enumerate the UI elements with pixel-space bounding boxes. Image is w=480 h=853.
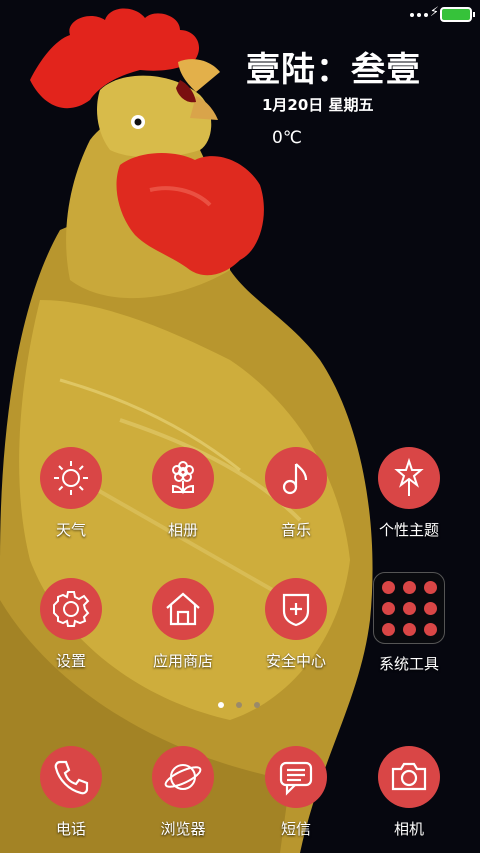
camera-icon	[378, 746, 440, 808]
gear-icon	[40, 578, 102, 640]
clock-time[interactable]: 壹陆：叁壹	[246, 42, 442, 91]
flower-icon	[152, 447, 214, 509]
app-label: 设置	[55, 652, 86, 670]
planet-browser-icon	[152, 746, 214, 808]
sun-icon	[40, 447, 102, 509]
app-label: 音乐	[280, 521, 311, 539]
app-music[interactable]: 音乐	[241, 447, 351, 540]
app-weather[interactable]: 天气	[16, 447, 126, 540]
page-dot-active[interactable]	[218, 702, 224, 708]
app-label: 应用商店	[152, 652, 213, 670]
app-label: 浏览器	[160, 820, 206, 838]
music-note-icon	[265, 447, 327, 509]
app-label: 天气	[55, 521, 86, 539]
weather-temperature[interactable]: 0℃	[272, 128, 302, 148]
star-wand-icon	[378, 447, 440, 509]
page-dot[interactable]	[236, 702, 242, 708]
dock-messages[interactable]: 短信	[241, 746, 351, 839]
app-label: 相册	[167, 521, 198, 539]
app-settings[interactable]: 设置	[16, 578, 126, 671]
shield-plus-icon	[265, 578, 327, 640]
dock-camera[interactable]: 相机	[354, 746, 464, 839]
dock-phone[interactable]: 电话	[16, 746, 126, 839]
battery-icon	[440, 7, 475, 22]
phone-icon	[40, 746, 102, 808]
message-icon	[265, 746, 327, 808]
charging-bolt-icon: ⚡	[429, 5, 439, 20]
store-house-icon	[152, 578, 214, 640]
app-label: 短信	[280, 820, 311, 838]
rooster-wallpaper	[0, 0, 480, 853]
app-label: 安全中心	[265, 652, 326, 670]
app-label: 个性主题	[378, 521, 439, 539]
folder-icon	[373, 572, 445, 644]
clock-date: 1月20日 星期五	[262, 96, 374, 114]
status-bar: ⚡	[0, 0, 480, 28]
app-label: 电话	[55, 820, 86, 838]
app-store[interactable]: 应用商店	[128, 578, 238, 671]
page-indicator[interactable]	[218, 702, 260, 708]
app-label: 相机	[393, 820, 424, 838]
app-security-center[interactable]: 安全中心	[241, 578, 351, 671]
app-gallery[interactable]: 相册	[128, 447, 238, 540]
app-themes[interactable]: 个性主题	[354, 447, 464, 540]
page-dot[interactable]	[254, 702, 260, 708]
folder-system-tools[interactable]: 系统工具	[354, 572, 464, 674]
app-label: 系统工具	[378, 655, 439, 673]
signal-dots-icon	[410, 13, 428, 17]
dock-browser[interactable]: 浏览器	[128, 746, 238, 839]
